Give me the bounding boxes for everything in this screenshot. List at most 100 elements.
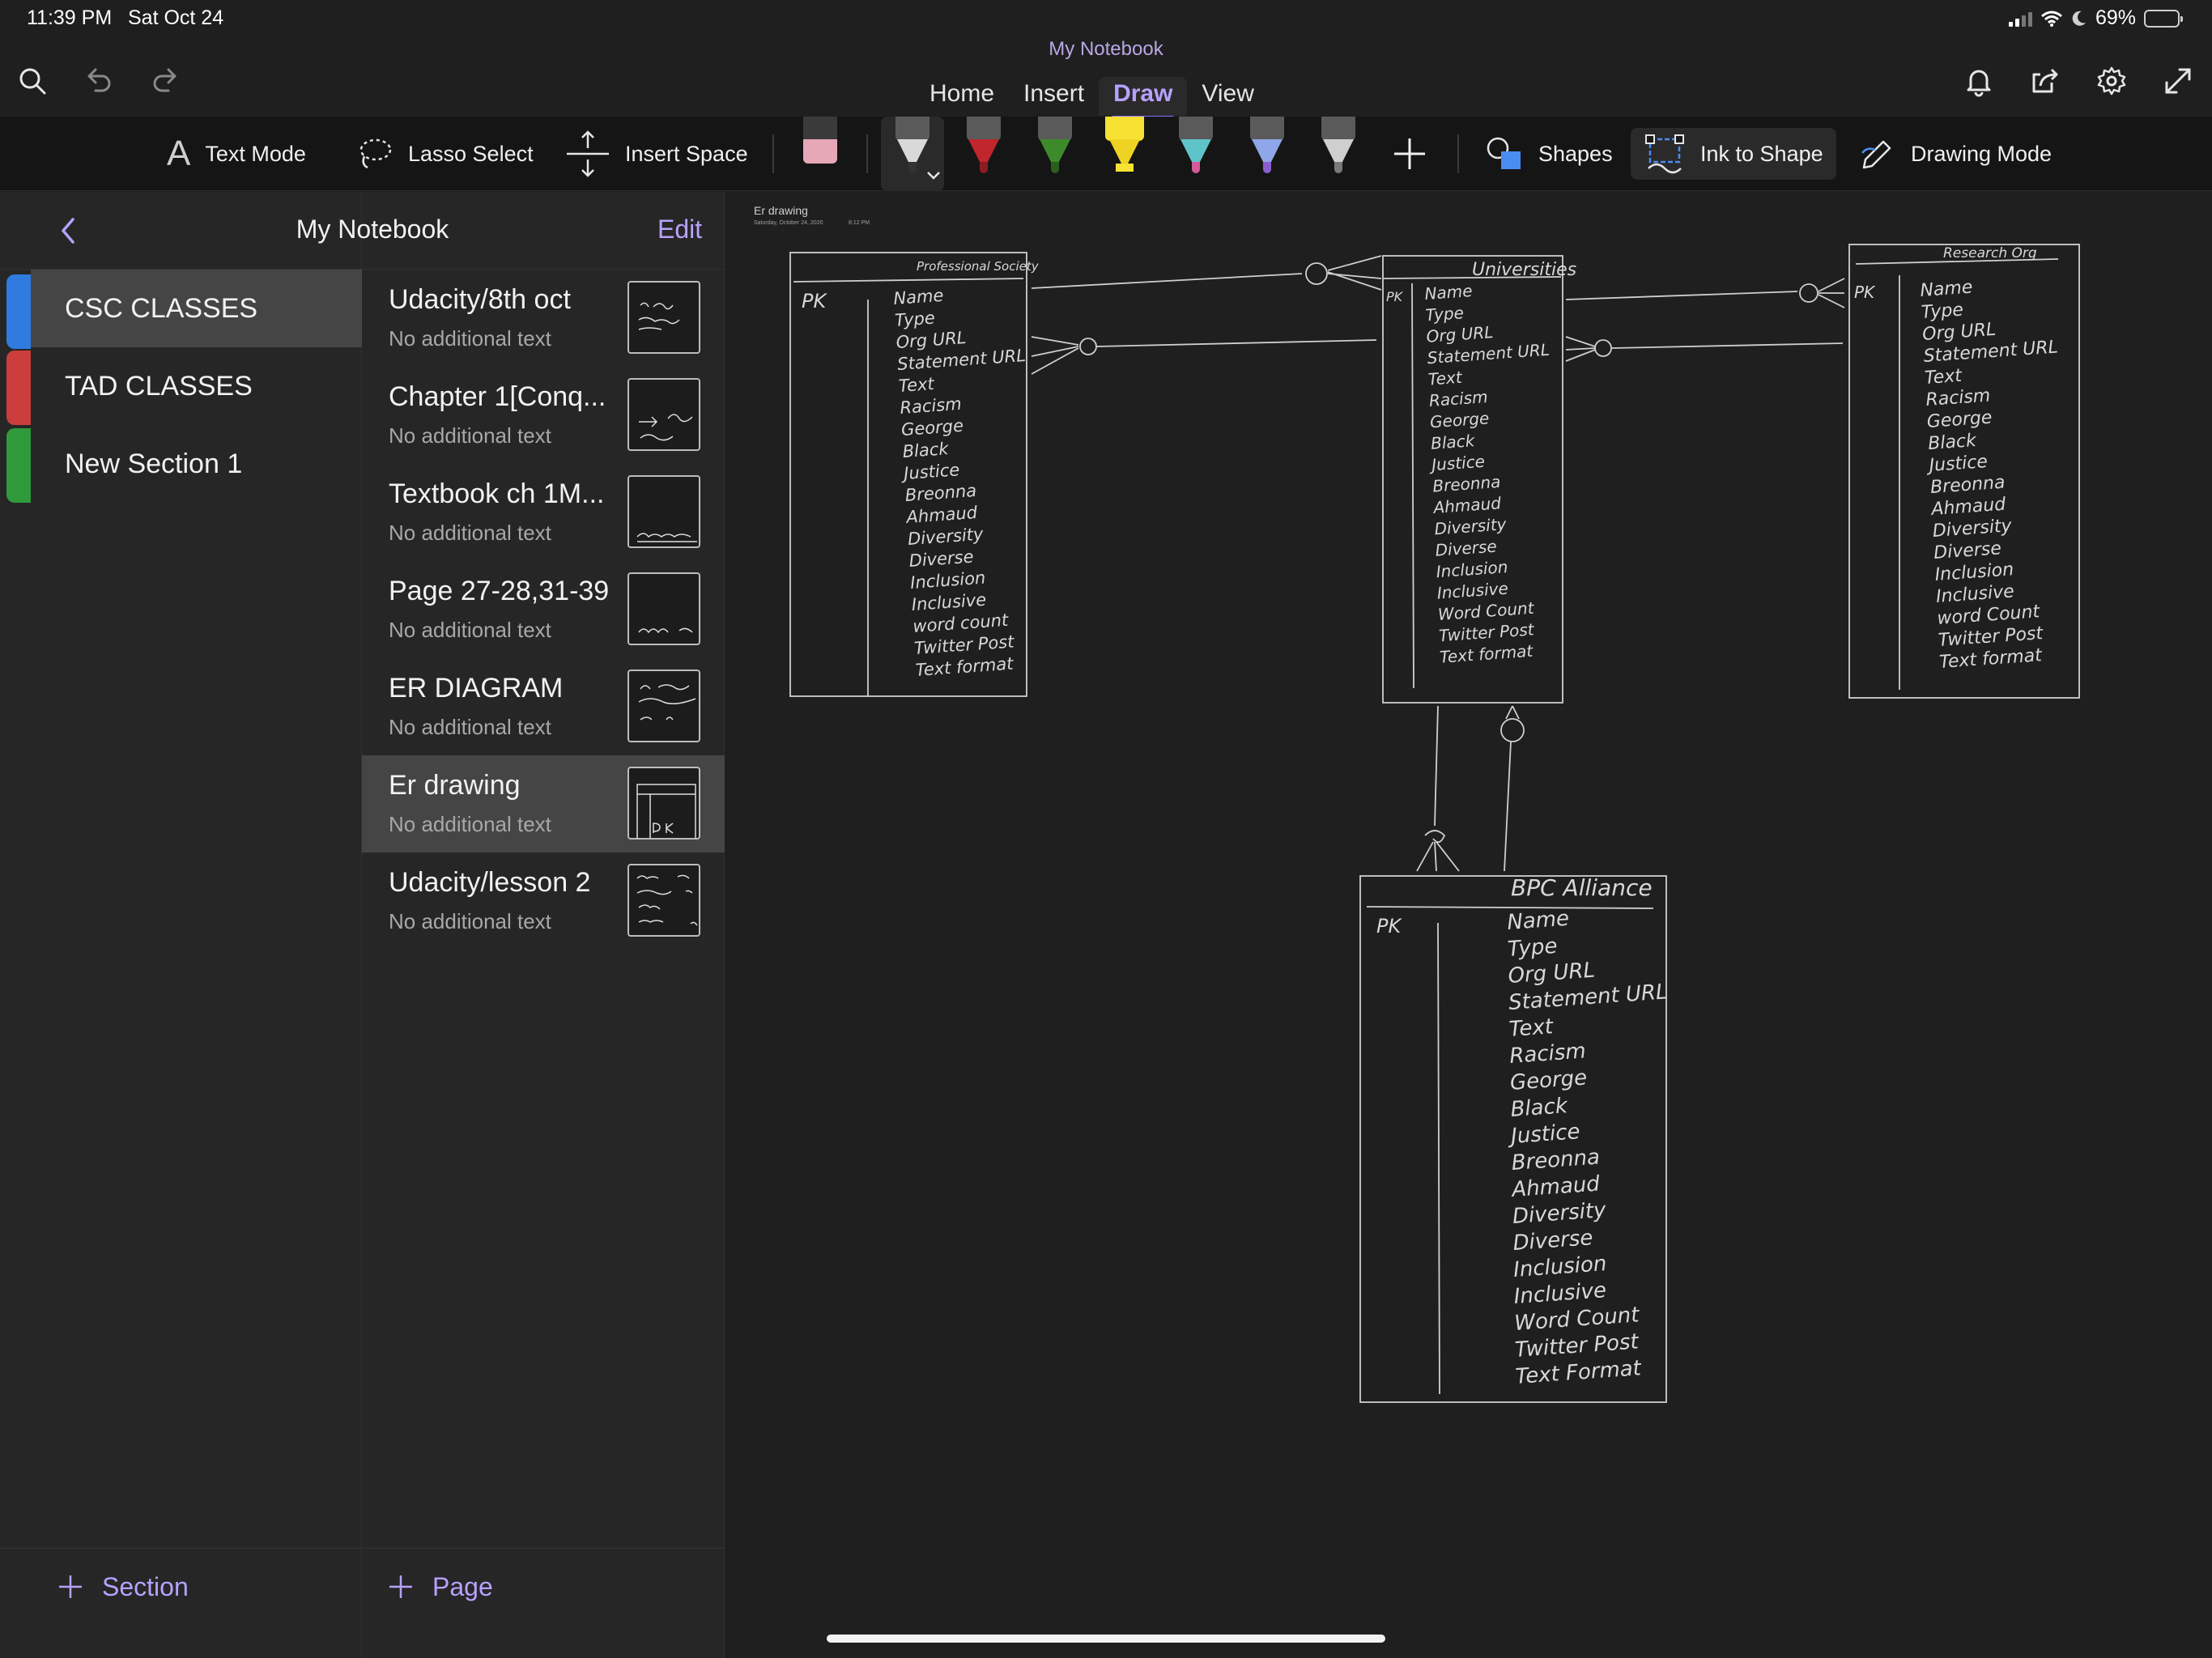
add-pen-button[interactable] [1391,117,1428,191]
page-subtitle: No additional text [389,521,551,545]
ribbon-tabs: Home Insert Draw View [915,77,1269,119]
page-title: ER DIAGRAM [389,673,564,704]
add-page-button[interactable]: Page [387,1554,493,1619]
add-page-label: Page [432,1571,493,1601]
page-item[interactable]: Udacity/lesson 2 No additional text [362,852,725,950]
plus-icon [59,1575,82,1598]
insert-space-icon [567,130,609,177]
canvas-page-time: 8:12 PM [849,220,870,226]
battery-percent: 69% [2095,6,2136,29]
plus-icon [389,1575,412,1598]
pen-silver-tool[interactable] [1310,117,1367,191]
page-item[interactable]: ER DIAGRAM No additional text [362,658,725,755]
battery-icon [2144,9,2183,28]
note-canvas[interactable] [725,192,2212,1658]
page-thumbnail [627,378,700,451]
drawing-mode-icon [1861,140,1891,169]
section-color-tab [6,274,31,349]
lasso-icon [359,138,392,169]
page-title: Textbook ch 1M... [389,478,605,509]
text-mode-icon: A [167,134,191,173]
search-icon[interactable] [13,62,52,100]
tab-insert[interactable]: Insert [1009,77,1099,116]
text-mode-button[interactable]: A Text Mode [167,117,306,191]
eraser-tool[interactable] [792,117,849,191]
ink-to-shape-icon [1645,134,1684,174]
page-subtitle: No additional text [389,909,551,933]
section-color-tab [6,351,31,425]
tab-draw[interactable]: Draw [1099,77,1188,119]
wifi-icon [2040,11,2062,27]
lasso-select-label: Lasso Select [408,141,534,166]
plus-icon [1394,138,1425,169]
status-bar: 11:39 PM Sat Oct 24 69% [0,0,2212,39]
lasso-select-button[interactable]: Lasso Select [356,117,534,191]
page-item[interactable]: Page 27-28,31-39 No additional text [362,561,725,658]
page-title: Er drawing [389,770,521,801]
moon-icon [2072,11,2086,26]
section-item-new-section-1[interactable]: New Section 1 [31,425,362,503]
pen-galaxy-tool[interactable] [1239,117,1295,191]
page-item[interactable]: Chapter 1[Conq... No additional text [362,367,725,464]
page-item[interactable]: Udacity/8th oct No additional text [362,270,725,367]
page-thumbnail [627,864,700,937]
gear-icon[interactable] [2092,62,2131,100]
page-item-active[interactable]: Er drawing No additional text [362,755,725,852]
page-subtitle: No additional text [389,423,551,448]
home-indicator[interactable] [827,1635,1385,1643]
pen-green-tool[interactable] [1027,117,1083,191]
text-mode-label: Text Mode [205,141,306,166]
page-thumbnail [627,670,700,742]
page-title: Chapter 1[Conq... [389,381,606,412]
pen-white-tool[interactable] [881,117,944,191]
highlighter-yellow-tool[interactable] [1096,117,1153,191]
panel-title: My Notebook [296,215,449,244]
shapes-icon [1487,137,1521,169]
section-item-csc-classes[interactable]: CSC CLASSES [31,270,362,347]
page-item[interactable]: Textbook ch 1M... No additional text [362,464,725,561]
draw-toolbar: A Text Mode Lasso Select Insert Space Sh… [0,117,2212,191]
status-time: 11:39 PM [27,6,113,29]
tab-view[interactable]: View [1187,77,1268,116]
add-section-button[interactable]: Section [57,1554,189,1619]
status-indicators: 69% [2008,6,2183,30]
drawing-mode-label: Drawing Mode [1911,141,2052,166]
cellular-signal-icon [2008,11,2032,27]
shapes-button[interactable]: Shapes [1485,117,1613,191]
panel-header: My Notebook Edit [0,192,725,270]
section-label: CSC CLASSES [65,292,258,324]
expand-icon[interactable] [2159,62,2197,100]
section-color-tab [6,428,31,503]
page-title: Udacity/8th oct [389,284,571,315]
redo-icon[interactable] [146,62,185,100]
pen-rainbow-tool[interactable] [1168,117,1224,191]
section-label: New Section 1 [65,448,243,479]
notebook-title: My Notebook [1049,38,1163,60]
insert-space-button[interactable]: Insert Space [565,117,748,191]
edit-button[interactable]: Edit [657,215,702,244]
undo-icon[interactable] [79,62,118,100]
add-section-label: Section [102,1571,189,1601]
footer-divider [0,1548,725,1549]
section-label: TAD CLASSES [65,370,253,402]
pen-red-tool[interactable] [955,117,1012,191]
section-item-tad-classes[interactable]: TAD CLASSES [31,347,362,425]
page-thumbnail [627,475,700,548]
bell-icon[interactable] [1959,62,1998,100]
insert-space-label: Insert Space [625,141,748,166]
ink-to-shape-button[interactable]: Ink to Shape [1631,128,1836,180]
page-subtitle: No additional text [389,715,551,739]
tab-home[interactable]: Home [915,77,1009,116]
page-title: Udacity/lesson 2 [389,867,591,898]
page-thumbnail [627,572,700,645]
shapes-label: Shapes [1538,141,1613,166]
page-title: Page 27-28,31-39 [389,576,610,606]
page-subtitle: No additional text [389,326,551,351]
page-thumbnail [627,767,700,840]
page-subtitle: No additional text [389,618,551,642]
drawing-mode-button[interactable]: Drawing Mode [1859,117,2052,191]
ink-to-shape-label: Ink to Shape [1700,141,1823,166]
canvas-page-date: Saturday, October 24, 2020 [754,220,823,226]
share-icon[interactable] [2026,62,2065,100]
canvas-page-title: Er drawing [754,204,808,217]
